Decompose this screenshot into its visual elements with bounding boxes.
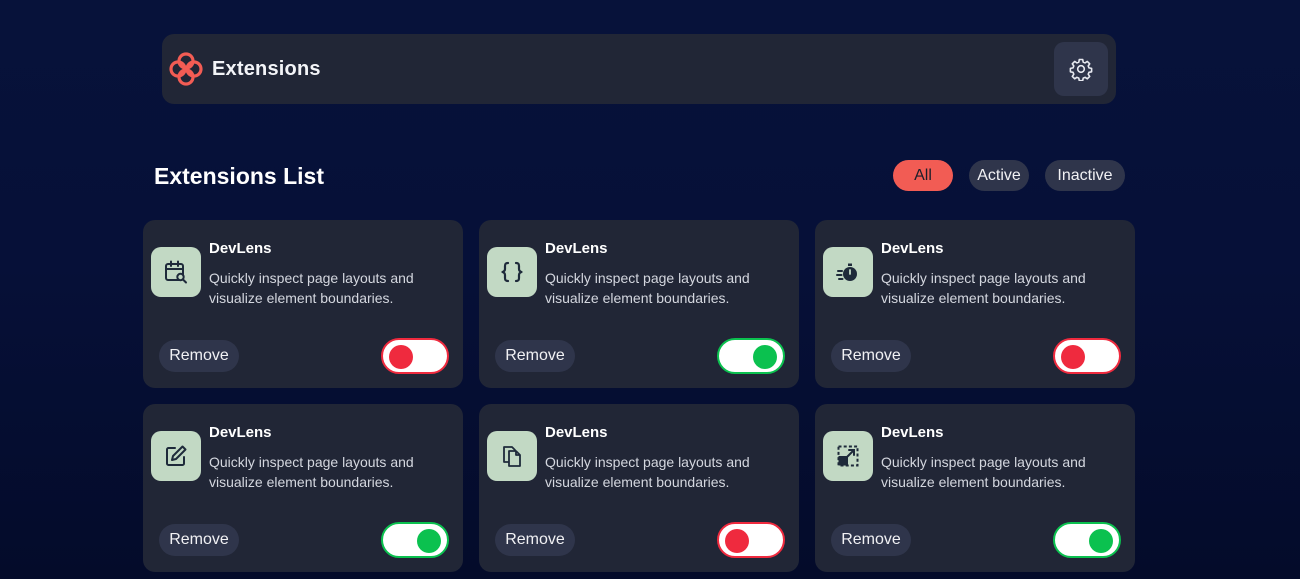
extension-description: Quickly inspect page layouts and visuali…: [881, 454, 1086, 490]
extension-card: DevLens Quickly inspect page layouts and…: [479, 404, 799, 572]
extension-name: DevLens: [209, 424, 272, 441]
extension-card: DevLens Quickly inspect page layouts and…: [815, 404, 1135, 572]
extension-description: Quickly inspect page layouts and visuali…: [881, 270, 1086, 306]
extension-icon-tile: [823, 247, 873, 297]
extension-icon-tile: [487, 431, 537, 481]
braces-icon: [501, 261, 523, 283]
extension-icon-tile: [151, 247, 201, 297]
extension-toggle[interactable]: [381, 522, 449, 558]
extension-toggle[interactable]: [717, 338, 785, 374]
filter-group: All Active Inactive: [893, 160, 1125, 191]
extension-card: DevLens Quickly inspect page layouts and…: [815, 220, 1135, 388]
toggle-knob: [725, 529, 749, 553]
extension-description: Quickly inspect page layouts and visuali…: [545, 454, 750, 490]
toggle-knob: [1061, 345, 1085, 369]
extension-name: DevLens: [209, 240, 272, 257]
extension-icon-tile: [823, 431, 873, 481]
extensions-list-title: Extensions List: [154, 163, 324, 189]
edit-note-icon: [166, 445, 187, 466]
gear-icon: [1069, 58, 1093, 81]
filter-inactive-button[interactable]: Inactive: [1045, 160, 1125, 191]
flower-logo-icon: [169, 52, 203, 86]
stopwatch-icon: [836, 263, 857, 281]
remove-button[interactable]: Remove: [159, 340, 239, 372]
remove-button[interactable]: Remove: [495, 524, 575, 556]
remove-button[interactable]: Remove: [159, 524, 239, 556]
brand: Extensions: [168, 51, 321, 87]
extension-description: Quickly inspect page layouts and visuali…: [209, 270, 414, 306]
brand-name: Extensions: [212, 57, 321, 80]
calendar-search-icon: [165, 260, 187, 284]
filter-all-button[interactable]: All: [893, 160, 953, 191]
extension-name: DevLens: [881, 240, 944, 257]
settings-button[interactable]: [1054, 42, 1108, 96]
extension-icon-tile: [487, 247, 537, 297]
documents-icon: [503, 446, 521, 467]
toggle-knob: [389, 345, 413, 369]
toggle-knob: [417, 529, 441, 553]
extension-card: DevLens Quickly inspect page layouts and…: [143, 220, 463, 388]
extension-name: DevLens: [881, 424, 944, 441]
extension-toggle[interactable]: [717, 522, 785, 558]
remove-button[interactable]: Remove: [831, 340, 911, 372]
remove-button[interactable]: Remove: [831, 524, 911, 556]
extension-card: DevLens Quickly inspect page layouts and…: [143, 404, 463, 572]
extension-name: DevLens: [545, 240, 608, 257]
remove-button[interactable]: Remove: [495, 340, 575, 372]
extension-description: Quickly inspect page layouts and visuali…: [209, 454, 414, 490]
resize-arrow-icon: [837, 445, 859, 467]
extension-description: Quickly inspect page layouts and visuali…: [545, 270, 750, 306]
extension-toggle[interactable]: [381, 338, 449, 374]
extension-toggle[interactable]: [1053, 338, 1121, 374]
app-header: Extensions: [162, 34, 1116, 104]
extension-name: DevLens: [545, 424, 608, 441]
filter-active-button[interactable]: Active: [969, 160, 1029, 191]
toggle-knob: [1089, 529, 1113, 553]
toggle-knob: [753, 345, 777, 369]
extension-toggle[interactable]: [1053, 522, 1121, 558]
extension-icon-tile: [151, 431, 201, 481]
extension-card: DevLens Quickly inspect page layouts and…: [479, 220, 799, 388]
